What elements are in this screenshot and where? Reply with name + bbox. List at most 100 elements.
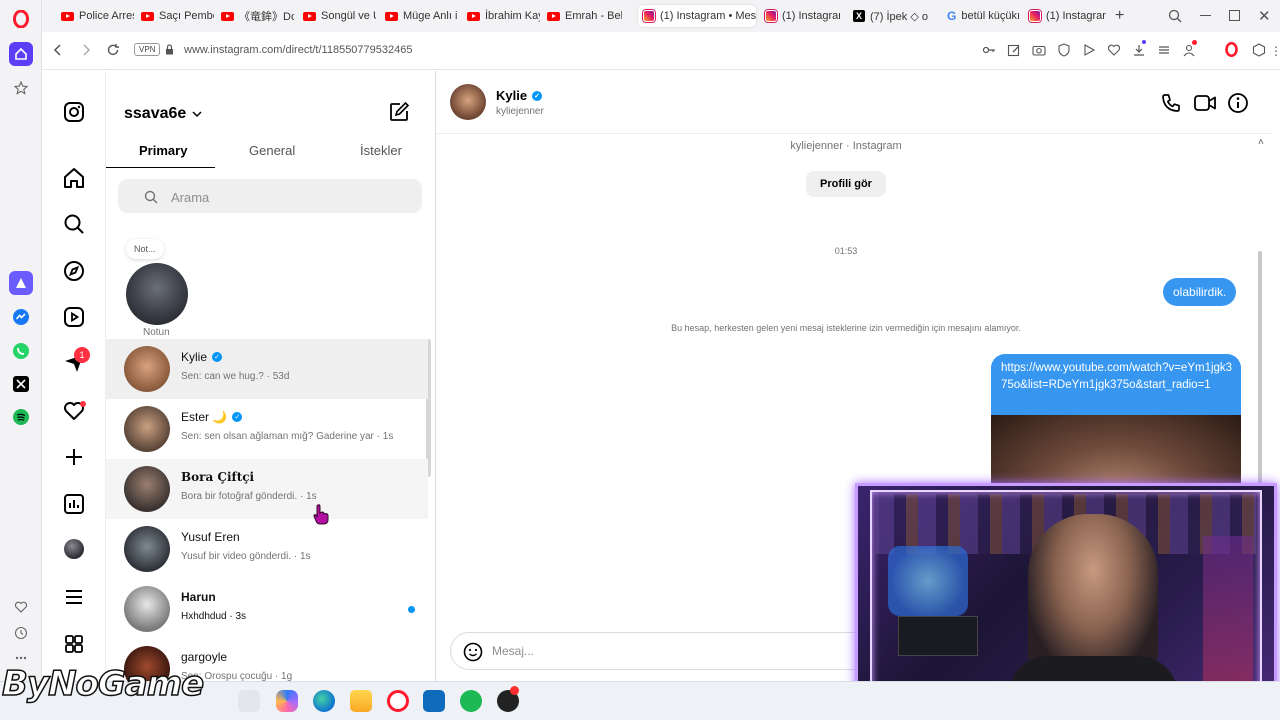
video-call-icon[interactable] [1193,92,1217,114]
reels-icon[interactable] [62,305,86,329]
camera-icon[interactable] [1032,43,1046,57]
menu-hamburger-icon[interactable] [62,585,86,609]
search-icon[interactable] [62,212,86,236]
reload-icon[interactable] [106,43,120,57]
tab-9[interactable]: X (7) İpek ◇ o [848,5,928,27]
tab-10[interactable]: Gbetül küçükı [942,5,1022,27]
tab-11[interactable]: (1) Instagram [1024,5,1106,27]
tab-1[interactable]: Saçı Pembe [136,5,214,27]
conversation-kylie[interactable]: Kylie ✓ Sen: can we hug.? · 53d [106,339,428,399]
conversation-ester[interactable]: Ester 🌙 ✓ Sen: sen olsan ağlaman mığ? Gad… [106,399,428,459]
youtube-icon [547,11,560,21]
heart-outline-icon[interactable] [1107,43,1121,57]
tab-requests[interactable]: İstekler [360,143,402,158]
vpn-badge[interactable]: VPN [134,43,161,56]
opera-logo-icon[interactable] [9,7,33,31]
close-window-icon[interactable]: ✕ [1258,7,1271,25]
forward-icon[interactable] [80,43,92,57]
edit-icon[interactable] [1007,43,1021,57]
profile-icon[interactable] [1182,40,1197,57]
home-icon[interactable] [62,166,86,190]
profile-avatar[interactable] [64,539,84,559]
instagram-logo-icon[interactable] [62,100,86,124]
link-text[interactable]: https://www.youtube.com/watch?v=eYm1jgk3… [1001,360,1233,394]
delivery-notice: Bu hesap, herkesten gelen yeni mesaj ist… [671,323,1021,333]
create-plus-icon[interactable] [62,445,86,469]
tab-0[interactable]: Police Arrest [56,5,134,27]
tab-general[interactable]: General [249,143,295,158]
opera-menu-icon[interactable] [1224,42,1239,57]
view-profile-button[interactable]: Profili gör [806,171,886,197]
scroll-up-icon[interactable]: ˄ [1258,137,1264,148]
play-icon[interactable] [1082,43,1096,57]
key-icon[interactable] [982,43,996,57]
note-avatar[interactable] [126,263,188,325]
file-explorer-icon[interactable] [350,690,372,712]
messages-icon[interactable]: 1 [62,347,90,375]
task-view-icon[interactable] [238,690,260,712]
conversation-yusuf[interactable]: Yusuf Eren Yusuf bir video gönderdi. · 1… [106,519,428,579]
apps-grid-icon[interactable] [62,632,86,656]
tab-label: Police Arrest [79,10,134,22]
dashboard-icon[interactable] [62,492,86,516]
opera-taskbar-icon[interactable] [387,690,409,712]
obs-icon[interactable] [497,686,519,712]
phone-icon[interactable] [1160,92,1182,114]
lock-icon[interactable] [165,44,174,55]
info-icon[interactable] [1227,92,1249,114]
x-twitter-icon[interactable] [9,372,33,396]
aria-icon[interactable] [9,271,33,295]
conversation-name: Kylie ✓ [181,350,223,364]
explore-icon[interactable] [62,259,86,283]
minimize-icon[interactable] [1200,15,1211,16]
opera-sidebar [0,0,42,720]
search-tabs-icon[interactable] [1168,9,1182,23]
messenger-icon[interactable] [9,305,33,329]
chat-title[interactable]: Kylie ✓ [496,88,543,103]
history-icon[interactable] [9,621,33,645]
instagram-icon [643,10,655,22]
back-icon[interactable] [52,43,64,57]
conversation-bora[interactable]: Bora Çiftçi Bora bir fotoğraf gönderdi. … [106,459,428,519]
edge-icon[interactable] [313,690,335,712]
search-input[interactable]: Arama [118,179,422,213]
avatar [124,346,170,392]
download-icon[interactable] [1132,40,1146,57]
conversation-harun[interactable]: Harun Hxhdhdud · 3s [106,579,428,639]
tab-5[interactable]: İbrahim Kaya [462,5,540,27]
more-vertical-icon[interactable]: ⋮ [1270,44,1280,58]
tab-primary[interactable]: Primary [139,143,187,158]
whatsapp-icon[interactable] [9,339,33,363]
tab-6[interactable]: Emrah - Bela [542,5,622,27]
easy-setup-icon[interactable] [1157,43,1171,57]
star-icon[interactable] [9,76,33,100]
tab-3[interactable]: Songül ve U [298,5,376,27]
note-bubble[interactable]: Not... [126,239,164,259]
tab-8[interactable]: (1) Instagram [760,5,840,27]
chat-avatar[interactable] [450,84,486,120]
copilot-icon[interactable] [276,690,298,712]
heart-icon[interactable] [9,595,33,619]
spotify-icon[interactable] [9,405,33,429]
spotify-taskbar-icon[interactable] [460,690,482,712]
verified-badge-icon: ✓ [212,352,223,362]
new-message-icon[interactable] [388,101,410,123]
instagram-nav: 1 [42,71,106,681]
extensions-icon[interactable] [1252,43,1266,57]
avatar [124,526,170,572]
outgoing-message[interactable]: olabilirdik. [1163,278,1237,306]
tab-2[interactable]: 《竜鉾》Doort [216,5,294,27]
url-text[interactable]: www.instagram.com/direct/t/1185507795324… [184,44,413,56]
hand-cursor-icon [313,504,329,525]
shield-icon[interactable] [1057,43,1071,57]
restore-icon[interactable] [1229,10,1240,21]
new-tab-plus-icon[interactable]: + [1115,7,1124,25]
notifications-heart-icon[interactable] [62,399,86,423]
emoji-icon[interactable] [463,642,483,662]
account-switcher[interactable]: ssava6e [124,105,202,123]
outlook-icon[interactable] [423,690,445,712]
tab-7-active[interactable]: (1) Instagram • Mesaj [638,5,756,27]
tab-4[interactable]: Müge Anlı ile [380,5,458,27]
home-icon[interactable] [9,42,33,66]
username: ssava6e [124,105,187,122]
